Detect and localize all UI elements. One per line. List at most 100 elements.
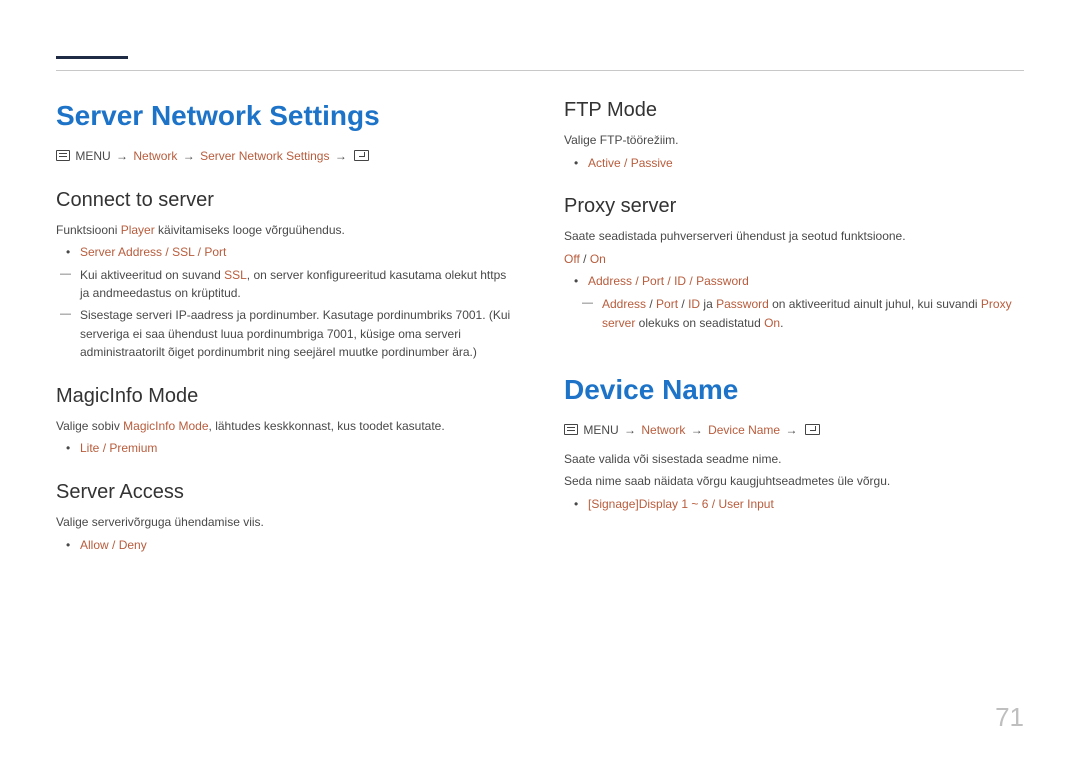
heading-ftp: FTP Mode xyxy=(564,98,1024,123)
text: on aktiveeritud ainult juhul, kui suvand… xyxy=(769,297,981,311)
manual-page: Server Network Settings MENU → Network →… xyxy=(0,0,1080,763)
arrow-icon: → xyxy=(335,147,347,166)
list-item: Active / Passive xyxy=(588,154,1024,173)
note-ssl: Kui aktiveeritud on suvand SSL, on serve… xyxy=(66,266,516,303)
opt: ID xyxy=(674,274,686,288)
text: . xyxy=(780,316,783,330)
text-hl: Address xyxy=(602,297,646,311)
ftp-intro: Valige FTP-töörežiim. xyxy=(564,131,1024,150)
opt: Allow xyxy=(80,538,109,552)
opt: Port xyxy=(204,245,226,259)
list-item: Allow / Deny xyxy=(80,536,516,555)
arrow-icon: → xyxy=(691,421,703,440)
arrow-icon: → xyxy=(624,421,636,440)
opt: Port xyxy=(642,274,664,288)
text: , lähtudes keskkonnast, kus toodet kasut… xyxy=(209,419,445,433)
left-column: Server Network Settings MENU → Network →… xyxy=(56,98,516,558)
note-port: Sisestage serveri IP-aadress ja pordinum… xyxy=(66,306,516,362)
opt: Off xyxy=(564,252,580,266)
text-hl: Player xyxy=(121,223,155,237)
opt: Premium xyxy=(109,441,157,455)
sep: / xyxy=(708,497,718,511)
text-hl: https xyxy=(480,268,506,282)
sep: / xyxy=(646,297,656,311)
proxy-offon: Off / On xyxy=(564,250,1024,269)
device-bullet: [Signage]Display 1 ~ 6 / User Input xyxy=(564,495,1024,514)
heading-connect: Connect to server xyxy=(56,188,516,213)
sep: / xyxy=(678,297,688,311)
connect-bullet: Server Address / SSL / Port xyxy=(56,243,516,262)
opt: On xyxy=(590,252,606,266)
text: olekuks on seadistatud xyxy=(635,316,764,330)
device-p2: Seda nime saab näidata võrgu kaugjuhtsea… xyxy=(564,472,1024,491)
list-item: Server Address / SSL / Port xyxy=(80,243,516,262)
ftp-bullet: Active / Passive xyxy=(564,154,1024,173)
opt: Address xyxy=(588,274,632,288)
proxy-intro: Saate seadistada puhverserveri ühendust … xyxy=(564,227,1024,246)
sep: / xyxy=(664,274,674,288)
sep: / xyxy=(632,274,642,288)
text-hl: SSL xyxy=(224,268,247,282)
text: Valige sobiv xyxy=(56,419,123,433)
list-item: Address / Port / ID / Password xyxy=(588,272,1024,291)
opt: Passive xyxy=(631,156,673,170)
connect-notes: Kui aktiveeritud on suvand SSL, on serve… xyxy=(56,266,516,362)
arrow-icon: → xyxy=(785,421,797,440)
opt: [Signage]Display 1 xyxy=(588,497,688,511)
heading-magicinfo: MagicInfo Mode xyxy=(56,384,516,409)
sep: / xyxy=(109,538,119,552)
opt: Server Address xyxy=(80,245,162,259)
content-columns: Server Network Settings MENU → Network →… xyxy=(56,98,1024,558)
list-item: [Signage]Display 1 ~ 6 / User Input xyxy=(588,495,1024,514)
access-bullet: Allow / Deny xyxy=(56,536,516,555)
crumb-network: Network xyxy=(641,423,685,437)
crumb-menu: MENU xyxy=(583,423,618,437)
top-rule xyxy=(56,56,1024,80)
note-proxy: Address / Port / ID ja Password on aktiv… xyxy=(588,295,1024,332)
text: ja andmeedastus on krüptitud. xyxy=(80,286,241,300)
text: käivitamiseks looge võrguühendus. xyxy=(155,223,345,237)
magic-intro: Valige sobiv MagicInfo Mode, lähtudes ke… xyxy=(56,417,516,436)
text: , on server konfigureeritud kasutama ole… xyxy=(247,268,480,282)
proxy-notes: Address / Port / ID ja Password on aktiv… xyxy=(564,295,1024,332)
sep: / xyxy=(99,441,109,455)
device-p1: Saate valida või sisestada seadme nime. xyxy=(564,450,1024,469)
sep: / xyxy=(162,245,172,259)
proxy-bullet: Address / Port / ID / Password xyxy=(564,272,1024,291)
opt: User Input xyxy=(718,497,773,511)
text-hl: Password xyxy=(716,297,769,311)
opt: Lite xyxy=(80,441,99,455)
opt: SSL xyxy=(172,245,194,259)
text: Funktsiooni xyxy=(56,223,121,237)
text-hl: Port xyxy=(656,297,678,311)
enter-icon xyxy=(805,424,820,435)
text: ja xyxy=(700,297,716,311)
text-hl: MagicInfo Mode xyxy=(123,419,208,433)
opt: Password xyxy=(696,274,749,288)
connect-intro: Funktsiooni Player käivitamiseks looge v… xyxy=(56,221,516,240)
enter-icon xyxy=(354,150,369,161)
opt: Active xyxy=(588,156,621,170)
breadcrumb-device: MENU → Network → Device Name → xyxy=(564,421,1024,440)
rule-line xyxy=(56,70,1024,71)
opt: Deny xyxy=(119,538,147,552)
sep: / xyxy=(580,252,590,266)
right-column: FTP Mode Valige FTP-töörežiim. Active / … xyxy=(564,98,1024,558)
tilde: ~ xyxy=(688,497,702,511)
sep: / xyxy=(621,156,631,170)
heading-proxy: Proxy server xyxy=(564,194,1024,219)
rule-accent xyxy=(56,56,128,59)
crumb-sns: Server Network Settings xyxy=(200,149,329,163)
text-hl: ID xyxy=(688,297,700,311)
menu-icon xyxy=(564,424,578,435)
sep: / xyxy=(194,245,204,259)
arrow-icon: → xyxy=(183,147,195,166)
heading-server-access: Server Access xyxy=(56,480,516,505)
menu-icon xyxy=(56,150,70,161)
text-hl: On xyxy=(764,316,780,330)
magic-bullet: Lite / Premium xyxy=(56,439,516,458)
crumb-menu: MENU xyxy=(75,149,110,163)
heading-server-network-settings: Server Network Settings xyxy=(56,98,516,133)
page-number: 71 xyxy=(995,702,1024,733)
breadcrumb-sns: MENU → Network → Server Network Settings… xyxy=(56,147,516,166)
